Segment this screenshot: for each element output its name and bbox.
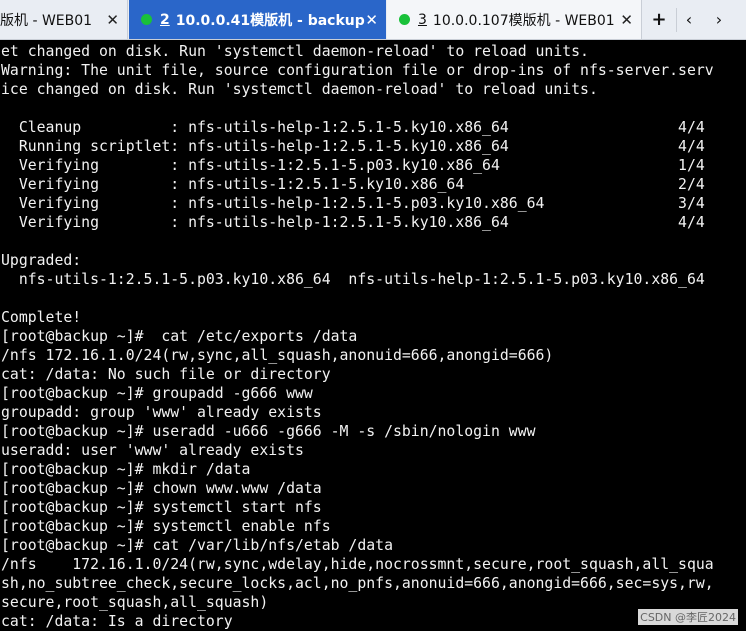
terminal-line: /nfs 172.16.1.0/24(rw,sync,all_squash,an… — [1, 347, 554, 364]
terminal-line: nfs-utils-1:2.5.1-5.p03.ky10.x86_64 nfs-… — [1, 271, 705, 288]
terminal-line: [root@backup ~]# cat /var/lib/nfs/etab /… — [1, 537, 393, 554]
terminal-line: cat: /data: Is a directory — [1, 613, 233, 630]
terminal-line: ice changed on disk. Run 'systemctl daem… — [1, 81, 598, 98]
terminal-line: Cleanup : nfs-utils-help-1:2.5.1-5.ky10.… — [1, 119, 705, 136]
chevron-left-icon[interactable]: ‹ — [676, 0, 702, 39]
terminal-line: Verifying : nfs-utils-1:2.5.1-5.ky10.x86… — [1, 176, 705, 193]
terminal-line: sh,no_subtree_check,secure_locks,acl,no_… — [1, 575, 714, 592]
terminal-line: [root@backup ~]# systemctl start nfs — [1, 499, 322, 516]
tab-label: 10.0.0.41模版机 - backup — [175, 12, 365, 29]
tab-web01-partial[interactable]: 版机 - WEB01 ✕ — [0, 0, 128, 39]
terminal-line: [root@backup ~]# cat /etc/exports /data — [1, 328, 358, 345]
tab-backup[interactable]: 2 10.0.0.41模版机 - backup ✕ — [129, 0, 386, 39]
terminal-line: Verifying : nfs-utils-help-1:2.5.1-5.p03… — [1, 195, 705, 212]
terminal-line: Verifying : nfs-utils-help-1:2.5.1-5.ky1… — [1, 214, 705, 231]
terminal-line: [root@backup ~]# chown www.www /data — [1, 480, 322, 497]
tab-number: 2 — [160, 11, 170, 28]
terminal-line: useradd: user 'www' already exists — [1, 442, 304, 459]
tab-label: 版机 - WEB01 — [0, 12, 93, 29]
watermark: CSDN @李匠2024 — [638, 609, 738, 625]
terminal-line: Complete! — [1, 309, 82, 326]
terminal-line: groupadd: group 'www' already exists — [1, 404, 322, 421]
terminal-line: secure,root_squash,all_squash) — [1, 594, 269, 611]
terminal-line: Running scriptlet: nfs-utils-help-1:2.5.… — [1, 138, 705, 155]
tab-label: 10.0.0.107模版机 - WEB01 — [432, 12, 615, 29]
terminal-line: Warning: The unit file, source configura… — [1, 62, 714, 79]
connected-status-icon — [141, 14, 152, 25]
close-icon[interactable]: ✕ — [365, 11, 378, 29]
close-icon[interactable]: ✕ — [620, 11, 633, 29]
new-tab-icon[interactable]: + — [646, 0, 672, 39]
chevron-right-icon[interactable]: › — [706, 0, 732, 39]
terminal-output[interactable]: et changed on disk. Run 'systemctl daemo… — [0, 41, 746, 631]
tab-web01[interactable]: 3 10.0.0.107模版机 - WEB01 ✕ — [387, 0, 642, 39]
terminal-line: [root@backup ~]# groupadd -g666 www — [1, 385, 313, 402]
terminal-line: Upgraded: — [1, 252, 82, 269]
terminal-line: et changed on disk. Run 'systemctl daemo… — [1, 43, 589, 60]
terminal-line: [root@backup ~]# mkdir /data — [1, 461, 251, 478]
connected-status-icon — [399, 14, 410, 25]
close-icon[interactable]: ✕ — [106, 11, 119, 29]
terminal-line: [root@backup ~]# useradd -u666 -g666 -M … — [1, 423, 536, 440]
terminal-line: /nfs 172.16.1.0/24(rw,sync,wdelay,hide,n… — [1, 556, 714, 573]
tab-number: 3 — [418, 11, 427, 28]
tab-bar: 版机 - WEB01 ✕ 2 10.0.0.41模版机 - backup ✕ 3… — [0, 0, 746, 40]
terminal-line: [root@backup ~]# systemctl enable nfs — [1, 518, 331, 535]
terminal-line: Verifying : nfs-utils-1:2.5.1-5.p03.ky10… — [1, 157, 705, 174]
terminal-line: cat: /data: No such file or directory — [1, 366, 331, 383]
